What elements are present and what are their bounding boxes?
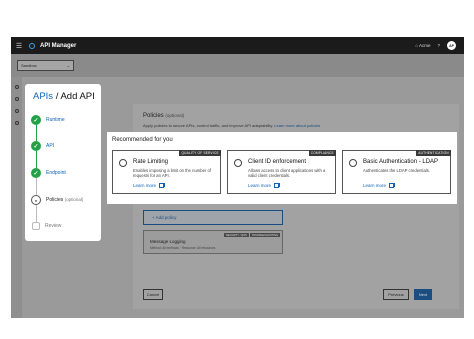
card-tag: COMPLIANCE xyxy=(308,150,336,157)
policy-tag: SECURITY / QOS xyxy=(223,233,249,237)
step-label: Review xyxy=(45,223,62,229)
avatar[interactable]: AP xyxy=(447,41,456,50)
card-tag: QUALITY OF SERVICE xyxy=(179,150,221,157)
screenshot-stage: ☰ API Manager ⌂ Acme ? AP Sandbox ⌄ Poli… xyxy=(0,0,474,339)
top-navigation-bar: ☰ API Manager ⌂ Acme ? AP xyxy=(11,37,464,54)
nav-policy-icon[interactable] xyxy=(14,109,19,113)
card-name: Rate Limiting xyxy=(133,159,169,165)
policy-card[interactable]: SECURITY / QOS TROUBLESHOOTING Message L… xyxy=(143,230,283,254)
learn-more-policies-link[interactable]: Learn more about policies xyxy=(274,123,320,128)
environment-bar: Sandbox ⌄ xyxy=(11,54,464,77)
help-icon[interactable]: ? xyxy=(437,43,440,48)
learn-more-link[interactable]: Learn more xyxy=(363,182,395,188)
radio-button[interactable] xyxy=(119,159,127,167)
learn-more-text: Learn more xyxy=(133,183,157,188)
step-runtime[interactable]: ✓ Runtime xyxy=(31,115,65,125)
step-label: API xyxy=(46,143,55,149)
nav-home-icon[interactable] xyxy=(14,85,19,89)
previous-button[interactable]: Previous xyxy=(383,289,409,300)
step-endpoint[interactable]: ✓ Endpoint xyxy=(31,168,66,178)
step-connector xyxy=(36,151,37,168)
environment-select[interactable]: Sandbox ⌄ xyxy=(17,60,74,71)
nav-api-icon[interactable] xyxy=(14,97,19,101)
learn-more-text: Learn more xyxy=(363,183,387,188)
recommendations-panel: Recommended for you QUALITY OF SERVICE R… xyxy=(107,132,457,204)
policies-optional: (optional) xyxy=(165,113,185,118)
policy-subtitle: Method: All methods · Resource: All reso… xyxy=(150,246,216,250)
radio-button[interactable] xyxy=(349,159,357,167)
org-switcher[interactable]: ⌂ Acme xyxy=(415,43,430,48)
next-button[interactable]: Next xyxy=(414,289,432,300)
policy-tag: TROUBLESHOOTING xyxy=(249,233,280,237)
step-policies[interactable]: ● Policies (optional) xyxy=(31,195,83,205)
checkmark-icon: ✓ xyxy=(31,141,41,151)
left-navigation xyxy=(11,77,22,318)
add-policy-button[interactable]: + Add policy xyxy=(143,210,283,225)
environment-value: Sandbox xyxy=(21,63,37,68)
app-title: API Manager xyxy=(40,42,77,49)
external-link-icon xyxy=(159,182,165,188)
card-description: Authenticates the LDAP credentials. xyxy=(363,168,430,173)
checkmark-icon: ✓ xyxy=(31,115,41,125)
step-optional: (optional) xyxy=(64,197,84,202)
description-text: Apply policies to secure APIs, control t… xyxy=(143,123,274,128)
radio-button[interactable] xyxy=(234,159,242,167)
pending-step-icon xyxy=(32,222,40,230)
recommendation-card-client-id[interactable]: COMPLIANCE Client ID enforcement Allows … xyxy=(227,150,336,194)
recommendation-card-basic-auth-ldap[interactable]: AUTHENTICATION Basic Authentication - LD… xyxy=(342,150,451,194)
learn-more-link[interactable]: Learn more xyxy=(248,182,280,188)
top-right-controls: ⌂ Acme ? AP xyxy=(415,37,456,54)
step-label: Endpoint xyxy=(46,170,66,176)
chevron-down-icon: ⌄ xyxy=(66,63,70,68)
card-name: Client ID enforcement xyxy=(248,159,307,165)
step-connector xyxy=(36,178,37,195)
step-api[interactable]: ✓ API xyxy=(31,141,54,151)
policy-name: Message Logging xyxy=(150,239,186,244)
app-logo-icon xyxy=(29,42,35,49)
recommendation-card-rate-limiting[interactable]: QUALITY OF SERVICE Rate Limiting Enables… xyxy=(112,150,221,194)
learn-more-text: Learn more xyxy=(248,183,272,188)
policies-description: Apply policies to secure APIs, control t… xyxy=(143,123,320,128)
step-label-text: Policies xyxy=(46,197,64,203)
policy-tags: SECURITY / QOS TROUBLESHOOTING xyxy=(223,233,280,237)
apis-breadcrumb-link[interactable]: APIs xyxy=(33,91,53,102)
recommendations-title: Recommended for you xyxy=(112,137,173,143)
org-name: Acme xyxy=(418,43,431,48)
learn-more-link[interactable]: Learn more xyxy=(133,182,165,188)
nav-analytics-icon[interactable] xyxy=(14,121,19,125)
step-connector xyxy=(36,205,37,222)
cancel-button[interactable]: Cancel xyxy=(143,289,163,300)
wizard-steps-panel: APIs / Add API ✓ Runtime ✓ API ✓ Endpoin… xyxy=(25,84,101,241)
wizard-title: APIs / Add API xyxy=(33,91,95,102)
policies-heading: Policies xyxy=(143,113,164,119)
hamburger-menu-icon[interactable]: ☰ xyxy=(11,42,27,50)
current-step-icon: ● xyxy=(31,195,41,205)
step-review[interactable]: Review xyxy=(31,222,61,230)
card-description: Allows access to client applications wit… xyxy=(248,168,326,179)
step-label: Runtime xyxy=(46,117,65,123)
external-link-icon xyxy=(274,182,280,188)
card-name: Basic Authentication - LDAP xyxy=(363,159,439,165)
external-link-icon xyxy=(389,182,395,188)
step-label: Policies (optional) xyxy=(46,197,83,203)
page-title: Policies (optional) xyxy=(143,113,184,119)
card-tag: AUTHENTICATION xyxy=(416,150,451,157)
checkmark-icon: ✓ xyxy=(31,168,41,178)
card-description: Enables imposing a limit on the number o… xyxy=(133,168,211,179)
step-connector xyxy=(36,125,37,141)
wizard-title-text: / Add API xyxy=(53,91,95,102)
